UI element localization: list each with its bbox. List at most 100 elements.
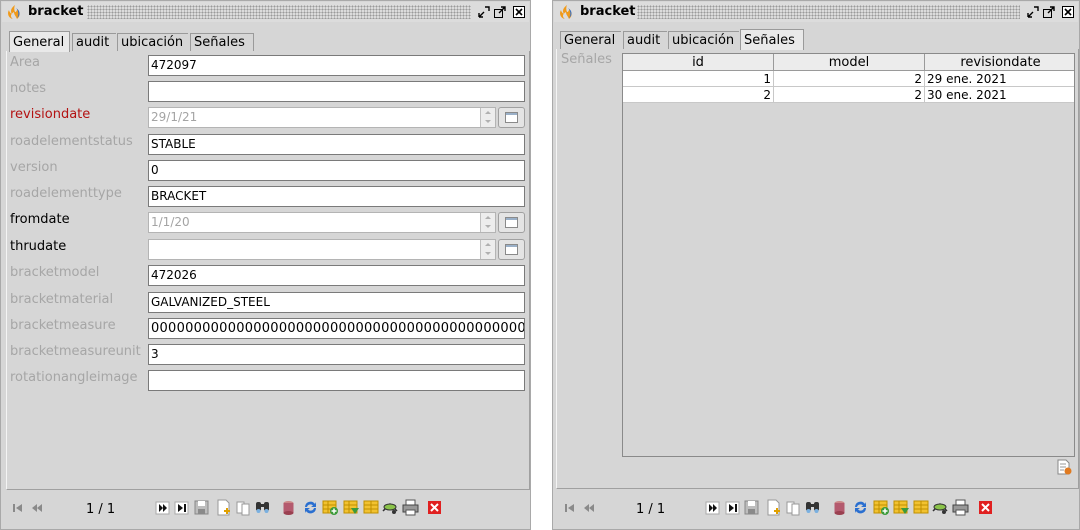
- find-icon[interactable]: [804, 499, 821, 516]
- table-cell-id[interactable]: 1: [623, 71, 774, 87]
- add-grid-row-icon[interactable]: [873, 499, 890, 516]
- refresh-icon[interactable]: [852, 499, 869, 516]
- field-label-bracketmodel: bracketmodel: [10, 265, 100, 280]
- bracketmodel-input[interactable]: 472026: [148, 265, 525, 286]
- close-window-icon[interactable]: [1061, 5, 1075, 19]
- table-cell-revisiondate[interactable]: 30 ene. 2021: [925, 87, 1074, 103]
- revisiondate-value: 29/1/21: [151, 110, 198, 124]
- table-cell-model[interactable]: 2: [774, 71, 925, 87]
- calendar-picker-button[interactable]: [498, 107, 525, 128]
- grid-view-icon[interactable]: [913, 499, 930, 516]
- print-icon[interactable]: [402, 499, 419, 516]
- bracketmeasureunit-input[interactable]: 3: [148, 344, 525, 365]
- next-record-icon[interactable]: [155, 500, 171, 516]
- field-label-notes: notes: [10, 81, 47, 96]
- cancel-icon[interactable]: [977, 499, 994, 516]
- map-locate-icon[interactable]: [382, 499, 399, 516]
- bracketmaterial-input[interactable]: GALVANIZED_STEEL: [148, 292, 525, 313]
- rotationangleimage-input[interactable]: [148, 370, 525, 391]
- next-record-icon[interactable]: [705, 500, 721, 516]
- add-grid-row-icon[interactable]: [322, 499, 339, 516]
- titlebar-pattern: [87, 5, 471, 19]
- find-icon[interactable]: [254, 499, 271, 516]
- bracket-window-general: bracket General audit ubicación Señales …: [0, 0, 531, 530]
- window-titlebar[interactable]: bracket: [554, 2, 1078, 22]
- app-logo-icon: [560, 5, 572, 19]
- previous-record-icon[interactable]: [581, 500, 597, 516]
- map-locate-icon[interactable]: [932, 499, 949, 516]
- column-header-model[interactable]: model: [774, 54, 925, 71]
- version-input[interactable]: 0: [148, 160, 525, 181]
- window-title: bracket: [28, 4, 84, 19]
- new-record-icon[interactable]: [215, 499, 232, 516]
- print-icon[interactable]: [952, 499, 969, 516]
- field-label-rotationangleimage: rotationangleimage: [10, 370, 138, 385]
- page-indicator: 1 / 1: [86, 502, 116, 517]
- thrudate-input[interactable]: [148, 239, 496, 260]
- field-label-bracketmaterial: bracketmaterial: [10, 292, 114, 307]
- first-record-icon[interactable]: [10, 500, 26, 516]
- tab-senales[interactable]: Señales: [190, 33, 254, 51]
- maximize-window-icon[interactable]: [1042, 5, 1056, 19]
- last-record-icon[interactable]: [174, 500, 190, 516]
- close-window-icon[interactable]: [512, 5, 526, 19]
- field-label-revisiondate: revisiondate: [10, 107, 91, 122]
- tab-audit[interactable]: audit: [623, 31, 667, 49]
- roadelementtype-input[interactable]: BRACKET: [148, 186, 525, 207]
- column-header-id[interactable]: id: [623, 54, 774, 71]
- date-spinner[interactable]: [480, 240, 495, 259]
- minimize-window-icon[interactable]: [1026, 5, 1040, 19]
- previous-record-icon[interactable]: [29, 500, 45, 516]
- first-record-icon[interactable]: [562, 500, 578, 516]
- refresh-icon[interactable]: [302, 499, 319, 516]
- senales-table: id model revisiondate 1 2 29 ene. 2021 2…: [622, 53, 1075, 457]
- calendar-picker-button[interactable]: [498, 212, 525, 233]
- bracket-window-senales: bracket General audit ubicación Señales …: [552, 0, 1080, 530]
- field-label-version: version: [10, 160, 58, 175]
- last-record-icon[interactable]: [725, 500, 741, 516]
- table-cell-revisiondate[interactable]: 29 ene. 2021: [925, 71, 1074, 87]
- window-title: bracket: [580, 4, 636, 19]
- grid-view-icon[interactable]: [363, 499, 380, 516]
- filter-grid-icon[interactable]: [893, 499, 910, 516]
- senales-section-label: Señales: [561, 52, 612, 67]
- cancel-icon[interactable]: [426, 499, 443, 516]
- date-spinner[interactable]: [480, 108, 495, 127]
- minimize-window-icon[interactable]: [477, 5, 491, 19]
- table-cell-model[interactable]: 2: [774, 87, 925, 103]
- delete-record-icon[interactable]: [831, 499, 848, 516]
- notes-input[interactable]: [148, 81, 525, 102]
- date-spinner[interactable]: [480, 213, 495, 232]
- table-cell-id[interactable]: 2: [623, 87, 774, 103]
- bracketmeasure-input[interactable]: 0000000000000000000000000000000000000000…: [148, 318, 525, 339]
- tab-general[interactable]: General: [560, 31, 621, 49]
- navigation-toolbar: 1 / 1: [2, 490, 529, 528]
- revisiondate-input[interactable]: 29/1/21: [148, 107, 496, 128]
- tab-audit[interactable]: audit: [72, 33, 116, 51]
- calendar-picker-button[interactable]: [498, 239, 525, 260]
- window-titlebar[interactable]: bracket: [2, 2, 529, 22]
- field-label-bracketmeasure: bracketmeasure: [10, 318, 116, 333]
- tab-general[interactable]: General: [9, 31, 70, 52]
- export-report-icon[interactable]: [1056, 459, 1072, 475]
- field-label-roadelementstatus: roadelementstatus: [10, 134, 133, 149]
- tab-senales[interactable]: Señales: [740, 29, 804, 50]
- fromdate-input[interactable]: 1/1/20: [148, 212, 496, 233]
- page-indicator: 1 / 1: [636, 502, 666, 517]
- field-label-bracketmeasureunit: bracketmeasureunit: [10, 344, 141, 359]
- field-label-area: Area: [10, 55, 40, 70]
- copy-record-icon[interactable]: [785, 499, 802, 516]
- roadelementstatus-input[interactable]: STABLE: [148, 134, 525, 155]
- save-icon[interactable]: [743, 499, 760, 516]
- tab-ubicacion[interactable]: ubicación: [117, 33, 188, 51]
- delete-record-icon[interactable]: [280, 499, 297, 516]
- new-record-icon[interactable]: [765, 499, 782, 516]
- column-header-revisiondate[interactable]: revisiondate: [925, 54, 1074, 71]
- filter-grid-icon[interactable]: [343, 499, 360, 516]
- area-input[interactable]: 472097: [148, 55, 525, 76]
- copy-record-icon[interactable]: [235, 499, 252, 516]
- save-icon[interactable]: [193, 499, 210, 516]
- field-label-fromdate: fromdate: [10, 212, 70, 227]
- tab-ubicacion[interactable]: ubicación: [668, 31, 739, 49]
- maximize-window-icon[interactable]: [493, 5, 507, 19]
